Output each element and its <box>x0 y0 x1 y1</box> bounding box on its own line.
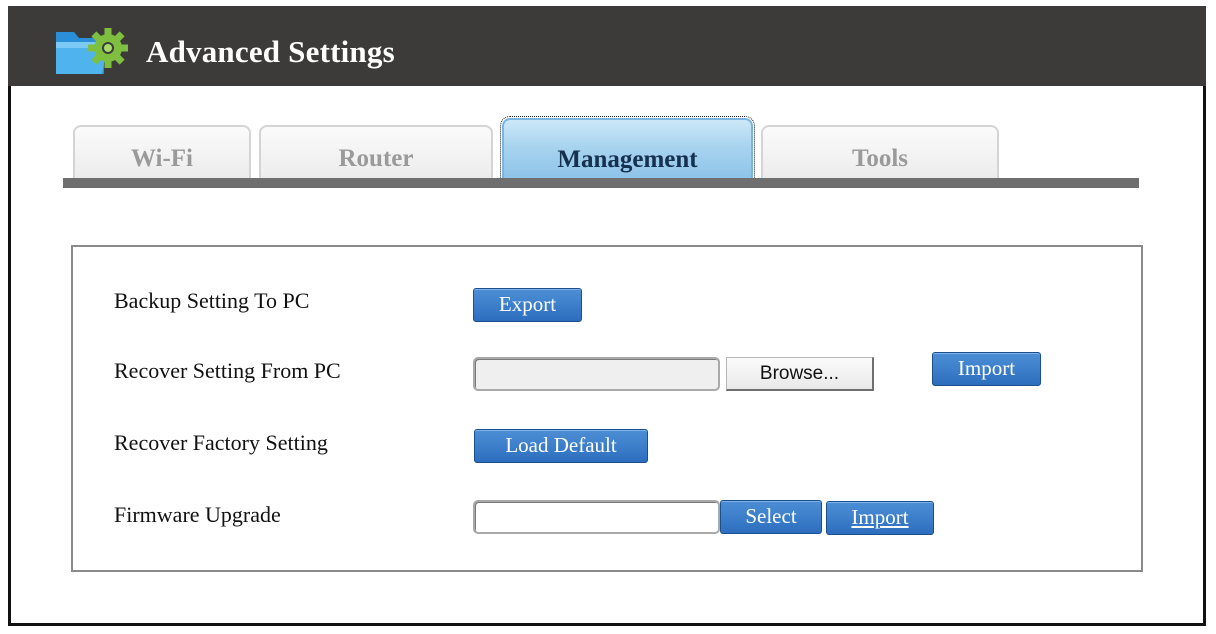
backup-label: Backup Setting To PC <box>114 288 310 313</box>
recover-import-button[interactable]: Import <box>932 352 1041 386</box>
tab-management[interactable]: Management <box>500 116 755 180</box>
firmware-import-button[interactable]: Import <box>826 501 934 535</box>
firmware-label: Firmware Upgrade <box>114 502 281 527</box>
folder-gear-icon <box>56 28 128 74</box>
page-title: Advanced Settings <box>146 34 395 69</box>
select-button[interactable]: Select <box>720 500 822 534</box>
tab-wifi[interactable]: Wi-Fi <box>73 125 251 178</box>
firmware-file-input[interactable] <box>473 500 720 534</box>
load-default-button[interactable]: Load Default <box>474 429 648 463</box>
tab-bar-divider <box>63 178 1139 188</box>
browse-button[interactable]: Browse... <box>726 357 874 391</box>
recover-file-input[interactable] <box>473 357 720 391</box>
tab-tools[interactable]: Tools <box>761 125 999 178</box>
recover-label: Recover Setting From PC <box>114 358 341 383</box>
export-button[interactable]: Export <box>473 288 582 322</box>
header-bar: Advanced Settings <box>8 6 1206 86</box>
factory-label: Recover Factory Setting <box>114 430 328 455</box>
tab-router[interactable]: Router <box>259 125 493 178</box>
